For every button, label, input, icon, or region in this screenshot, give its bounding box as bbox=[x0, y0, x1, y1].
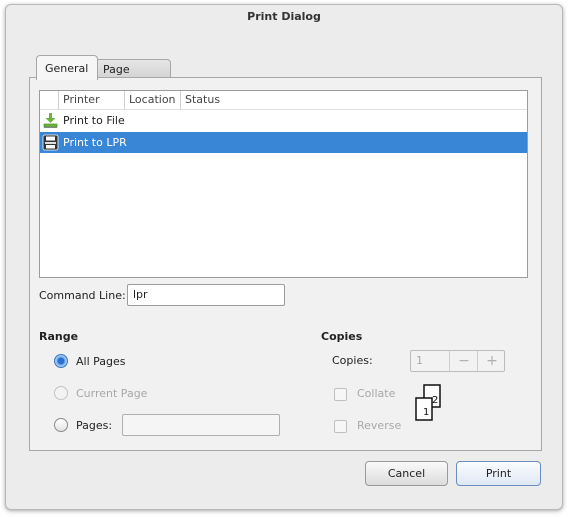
print-dialog-window: Print Dialog General Page Setup Printer … bbox=[5, 4, 563, 510]
copies-spinner: 1 − + bbox=[410, 350, 505, 372]
collate-page-1-number: 1 bbox=[423, 407, 430, 418]
command-line-label: Command Line: bbox=[39, 289, 126, 302]
collate-label: Collate bbox=[357, 387, 396, 400]
general-tab-panel: Printer Location Status Print to File Pr… bbox=[29, 77, 542, 451]
copies-section-title: Copies bbox=[321, 330, 363, 343]
print-to-file-icon bbox=[42, 112, 59, 129]
decrement-button[interactable]: − bbox=[449, 351, 478, 371]
printer-name: Print to File bbox=[63, 114, 125, 127]
current-page-label: Current Page bbox=[76, 387, 148, 400]
reverse-label: Reverse bbox=[357, 419, 402, 432]
increment-button[interactable]: + bbox=[477, 351, 506, 371]
column-header-status[interactable]: Status bbox=[180, 91, 245, 109]
collate-checkbox[interactable] bbox=[334, 388, 347, 401]
window-title: Print Dialog bbox=[247, 10, 321, 23]
copies-label: Copies: bbox=[332, 354, 373, 367]
pages-label: Pages: bbox=[76, 419, 113, 432]
reverse-checkbox[interactable] bbox=[334, 420, 347, 433]
collate-pages-icon: 2 1 bbox=[413, 384, 449, 422]
all-pages-label: All Pages bbox=[76, 355, 126, 368]
printer-list-header: Printer Location Status bbox=[40, 91, 527, 110]
printer-row-print-to-lpr[interactable]: Print to LPR bbox=[40, 132, 527, 153]
column-header-printer[interactable]: Printer bbox=[58, 91, 123, 109]
pages-input[interactable] bbox=[122, 414, 280, 436]
radio-current-page[interactable] bbox=[54, 386, 68, 400]
collate-page-2-number: 2 bbox=[432, 395, 439, 406]
printer-row-print-to-file[interactable]: Print to File bbox=[40, 110, 527, 131]
radio-pages[interactable] bbox=[54, 418, 68, 432]
print-button[interactable]: Print bbox=[456, 461, 541, 486]
cancel-button[interactable]: Cancel bbox=[365, 461, 448, 486]
printer-icon bbox=[42, 134, 59, 151]
column-header-location[interactable]: Location bbox=[124, 91, 179, 109]
printer-list[interactable]: Printer Location Status Print to File Pr… bbox=[39, 90, 528, 278]
radio-all-pages[interactable] bbox=[54, 354, 68, 368]
printer-name: Print to LPR bbox=[63, 136, 127, 149]
copies-value[interactable]: 1 bbox=[416, 351, 423, 371]
command-line-input[interactable]: lpr bbox=[127, 284, 285, 306]
range-section-title: Range bbox=[39, 330, 79, 343]
tab-general[interactable]: General bbox=[36, 55, 98, 80]
